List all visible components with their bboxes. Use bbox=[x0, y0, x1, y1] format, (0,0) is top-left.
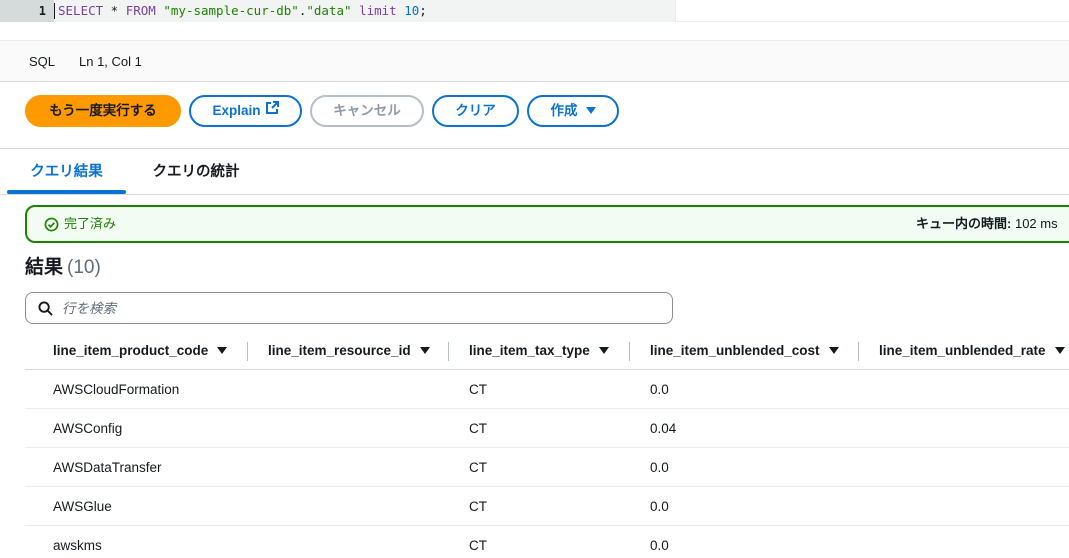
create-dropdown-button[interactable]: 作成 bbox=[527, 95, 619, 127]
queue-time-label: キュー内の時間: bbox=[916, 216, 1012, 231]
sql-token: SELECT bbox=[58, 3, 104, 18]
tab-query-results[interactable]: クエリ結果 bbox=[7, 150, 126, 194]
results-title: 結果 bbox=[25, 257, 64, 278]
table-cell: AWSCloudFormation bbox=[53, 382, 180, 397]
line-gutter: 1 bbox=[0, 0, 54, 22]
editor-status-bar: SQL Ln 1, Col 1 bbox=[0, 41, 1069, 82]
caret-down-icon bbox=[585, 106, 596, 114]
column-resizer[interactable] bbox=[247, 342, 248, 361]
create-label: 作成 bbox=[550, 103, 578, 118]
table-cell: awskms bbox=[53, 538, 102, 553]
queue-time-value: 102 ms bbox=[1014, 216, 1058, 231]
tab-query-stats-label: クエリの統計 bbox=[152, 164, 240, 180]
sort-caret-icon bbox=[217, 346, 228, 354]
cancel-button[interactable]: キャンセル bbox=[310, 95, 424, 127]
toolbar-divider bbox=[0, 148, 1069, 149]
tabs-divider bbox=[0, 194, 1069, 195]
explain-label: Explain bbox=[212, 103, 261, 118]
table-cell: AWSGlue bbox=[53, 499, 112, 514]
sort-caret-icon bbox=[598, 346, 609, 354]
table-cell: AWSConfig bbox=[53, 421, 123, 436]
sql-token: FROM bbox=[125, 3, 156, 18]
sort-caret-icon bbox=[1054, 346, 1065, 354]
column-header-label: line_item_tax_type bbox=[469, 343, 590, 358]
table-cell: CT bbox=[469, 538, 487, 553]
tab-query-stats[interactable]: クエリの統計 bbox=[134, 150, 258, 194]
language-indicator: SQL bbox=[29, 54, 56, 69]
sort-caret-icon bbox=[419, 346, 430, 354]
column-header-label: line_item_unblended_cost bbox=[650, 343, 820, 358]
column-resizer[interactable] bbox=[629, 342, 630, 361]
sql-token: * bbox=[103, 3, 126, 18]
search-input[interactable] bbox=[62, 294, 662, 322]
table-row: AWSCloudFormation CT 0.0 bbox=[25, 370, 1069, 409]
table-cell: AWSDataTransfer bbox=[53, 460, 162, 475]
column-resizer[interactable] bbox=[448, 342, 449, 361]
column-resizer[interactable] bbox=[858, 342, 859, 361]
table-cell: 0.04 bbox=[650, 421, 677, 436]
results-heading: 結果 (10) bbox=[25, 255, 101, 281]
sort-caret-icon bbox=[828, 346, 839, 354]
table-cell: CT bbox=[469, 499, 487, 514]
table-cell: CT bbox=[469, 421, 487, 436]
status-text: 完了済み bbox=[64, 216, 117, 231]
text-cursor bbox=[54, 3, 55, 19]
column-header-product-code[interactable]: line_item_product_code bbox=[53, 332, 228, 370]
table-row: awskms CT 0.0 bbox=[25, 526, 1069, 558]
table-cell: CT bbox=[469, 460, 487, 475]
results-count: (10) bbox=[67, 257, 101, 278]
sql-token: "my-sample-cur-db" bbox=[163, 3, 299, 18]
rerun-button[interactable]: もう一度実行する bbox=[25, 95, 181, 127]
search-icon bbox=[38, 301, 53, 316]
clear-label: クリア bbox=[455, 103, 496, 118]
tab-query-results-label: クエリ結果 bbox=[30, 164, 103, 180]
code-line-1[interactable]: SELECT * FROM "my-sample-cur-db"."data" … bbox=[54, 0, 676, 22]
sql-token: "data" bbox=[306, 3, 352, 18]
explain-button[interactable]: Explain bbox=[189, 95, 302, 127]
table-cell: 0.0 bbox=[650, 382, 669, 397]
table-cell: 0.0 bbox=[650, 460, 669, 475]
sql-token: limit bbox=[359, 3, 397, 18]
check-circle-icon bbox=[44, 217, 59, 232]
table-row: AWSDataTransfer CT 0.0 bbox=[25, 448, 1069, 487]
table-row: AWSGlue CT 0.0 bbox=[25, 487, 1069, 526]
table-cell: 0.0 bbox=[650, 499, 669, 514]
line-number: 1 bbox=[38, 4, 46, 18]
table-header-row: line_item_product_code line_item_resourc… bbox=[25, 332, 1069, 370]
column-header-tax-type[interactable]: line_item_tax_type bbox=[469, 332, 609, 370]
column-header-label: line_item_unblended_rate bbox=[879, 343, 1046, 358]
sql-query-text[interactable]: SELECT * FROM "my-sample-cur-db"."data" … bbox=[58, 0, 427, 22]
sql-editor[interactable]: 1 SELECT * FROM "my-sample-cur-db"."data… bbox=[0, 0, 1069, 41]
status-alert: 完了済み キュー内の時間: 102 ms bbox=[25, 205, 1069, 243]
clear-button[interactable]: クリア bbox=[432, 95, 519, 127]
table-cell: 0.0 bbox=[650, 538, 669, 553]
row-search[interactable] bbox=[25, 292, 673, 324]
rerun-label: もう一度実行する bbox=[49, 103, 157, 118]
table-row: AWSConfig CT 0.04 bbox=[25, 409, 1069, 448]
column-header-label: line_item_resource_id bbox=[268, 343, 411, 358]
cancel-label: キャンセル bbox=[333, 103, 401, 118]
sql-token: ; bbox=[419, 3, 427, 18]
external-link-icon bbox=[265, 97, 279, 125]
column-header-unblended-rate[interactable]: line_item_unblended_rate bbox=[879, 332, 1065, 370]
column-header-unblended-cost[interactable]: line_item_unblended_cost bbox=[650, 332, 839, 370]
sql-token: 10 bbox=[404, 3, 420, 18]
cursor-position: Ln 1, Col 1 bbox=[79, 54, 142, 69]
queue-time: キュー内の時間: 102 ms bbox=[916, 207, 1058, 241]
editor-empty-area[interactable] bbox=[677, 0, 1069, 22]
column-header-resource-id[interactable]: line_item_resource_id bbox=[268, 332, 430, 370]
table-cell: CT bbox=[469, 382, 487, 397]
column-header-label: line_item_product_code bbox=[53, 343, 209, 358]
